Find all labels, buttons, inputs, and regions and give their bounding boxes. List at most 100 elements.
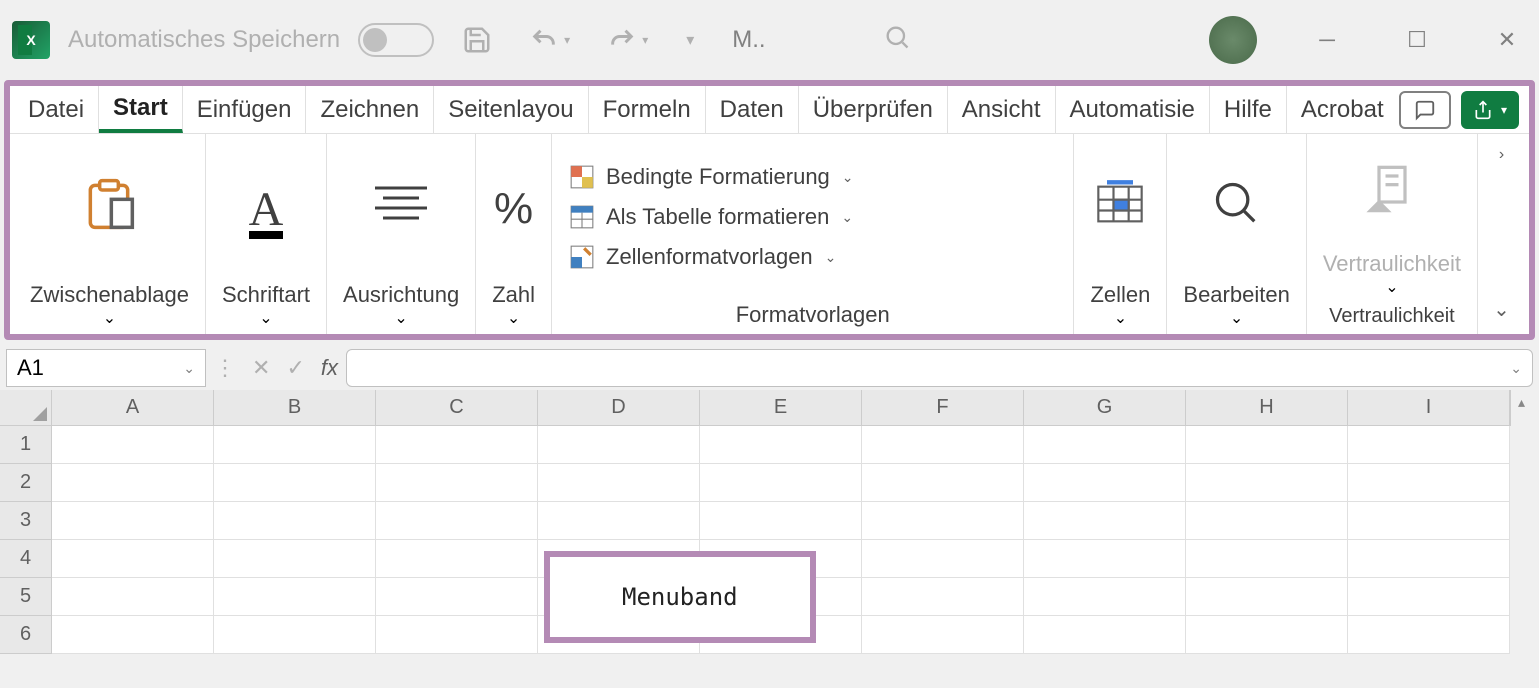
cell[interactable] [52,464,214,502]
cell[interactable] [1348,502,1510,540]
cell[interactable] [862,464,1024,502]
format-as-table-button[interactable]: Als Tabelle formatieren ⌄ [568,203,853,231]
cell[interactable] [1348,578,1510,616]
column-header[interactable]: F [862,390,1024,426]
tab-datei[interactable]: Datei [14,86,99,133]
cell[interactable] [376,616,538,654]
search-icon[interactable] [883,23,911,58]
cell[interactable] [862,426,1024,464]
cell[interactable] [538,464,700,502]
cell[interactable] [214,578,376,616]
cell[interactable] [376,540,538,578]
fx-label[interactable]: fx [321,355,338,381]
tab-daten[interactable]: Daten [706,86,799,133]
cell[interactable] [1186,502,1348,540]
undo-button[interactable]: ▾ [520,24,580,56]
comments-button[interactable] [1399,91,1451,129]
column-header[interactable]: B [214,390,376,426]
redo-button[interactable]: ▾ [598,24,658,56]
row-header[interactable]: 4 [0,540,52,578]
column-header[interactable]: E [700,390,862,426]
cell[interactable] [52,616,214,654]
group-cells[interactable]: Zellen ⌄ [1074,134,1167,334]
conditional-formatting-button[interactable]: Bedingte Formatierung ⌄ [568,163,854,191]
row-header[interactable]: 3 [0,502,52,540]
save-button[interactable] [452,23,502,57]
column-header[interactable]: G [1024,390,1186,426]
share-button[interactable]: ▾ [1461,91,1519,129]
maximize-button[interactable]: ☐ [1397,27,1437,53]
cell[interactable] [700,464,862,502]
cell[interactable] [1348,426,1510,464]
column-header[interactable]: D [538,390,700,426]
cell[interactable] [862,502,1024,540]
cell[interactable] [1348,464,1510,502]
ribbon-overflow-button[interactable]: › [1499,146,1504,164]
chevron-down-icon[interactable]: ⌄ [183,360,195,377]
tab-ansicht[interactable]: Ansicht [948,86,1056,133]
cell[interactable] [52,578,214,616]
tab-seitenlayout[interactable]: Seitenlayou [434,86,588,133]
cell-styles-button[interactable]: Zellenformatvorlagen ⌄ [568,243,836,271]
ribbon-collapse-button[interactable]: ⌄ [1493,297,1510,322]
cell[interactable] [214,464,376,502]
name-box[interactable]: A1 ⌄ [6,349,206,387]
group-font[interactable]: A Schriftart ⌄ [206,134,327,334]
group-editing[interactable]: Bearbeiten ⌄ [1167,134,1306,334]
formula-input[interactable]: ⌄ [346,349,1533,387]
cell[interactable] [862,540,1024,578]
group-alignment[interactable]: Ausrichtung ⌄ [327,134,476,334]
column-header[interactable]: A [52,390,214,426]
dots-icon[interactable]: ⋮ [214,355,236,381]
tab-zeichnen[interactable]: Zeichnen [306,86,434,133]
cell[interactable] [1186,464,1348,502]
accept-formula-button[interactable]: ✓ [286,355,304,381]
row-header[interactable]: 5 [0,578,52,616]
cell[interactable] [862,578,1024,616]
cell[interactable] [1186,426,1348,464]
cell[interactable] [376,464,538,502]
cell[interactable] [700,502,862,540]
cell[interactable] [376,426,538,464]
minimize-button[interactable]: ─ [1307,27,1347,53]
row-header[interactable]: 1 [0,426,52,464]
cell[interactable] [376,502,538,540]
cell[interactable] [1186,616,1348,654]
group-clipboard[interactable]: Zwischenablage ⌄ [14,134,206,334]
cell[interactable] [538,426,700,464]
tab-einfuegen[interactable]: Einfügen [183,86,307,133]
cell[interactable] [1186,540,1348,578]
column-header[interactable]: I [1348,390,1510,426]
tab-formeln[interactable]: Formeln [589,86,706,133]
cell[interactable] [376,578,538,616]
cancel-formula-button[interactable]: ✕ [252,355,270,381]
cell[interactable] [1024,502,1186,540]
qat-customize-button[interactable]: ▾ [676,28,704,52]
tab-automatisieren[interactable]: Automatisie [1056,86,1210,133]
cell[interactable] [214,540,376,578]
formula-expand-button[interactable]: ⌄ [1510,360,1522,377]
group-number[interactable]: % Zahl ⌄ [476,134,552,334]
cell[interactable] [52,426,214,464]
column-header[interactable]: C [376,390,538,426]
cell[interactable] [1024,426,1186,464]
autosave-toggle[interactable] [358,23,434,57]
cell[interactable] [52,540,214,578]
cell[interactable] [52,502,214,540]
tab-ueberpruefen[interactable]: Überprüfen [799,86,948,133]
column-header[interactable]: H [1186,390,1348,426]
cell[interactable] [862,616,1024,654]
scroll-up-button[interactable]: ▴ [1510,390,1532,426]
cell[interactable] [1024,464,1186,502]
cell[interactable] [538,502,700,540]
cell[interactable] [214,502,376,540]
cell[interactable] [700,426,862,464]
cell[interactable] [1024,616,1186,654]
cell[interactable] [214,616,376,654]
row-header[interactable]: 6 [0,616,52,654]
cell[interactable] [1024,540,1186,578]
user-avatar[interactable] [1209,16,1257,64]
row-header[interactable]: 2 [0,464,52,502]
tab-start[interactable]: Start [99,86,183,133]
cell[interactable] [1024,578,1186,616]
